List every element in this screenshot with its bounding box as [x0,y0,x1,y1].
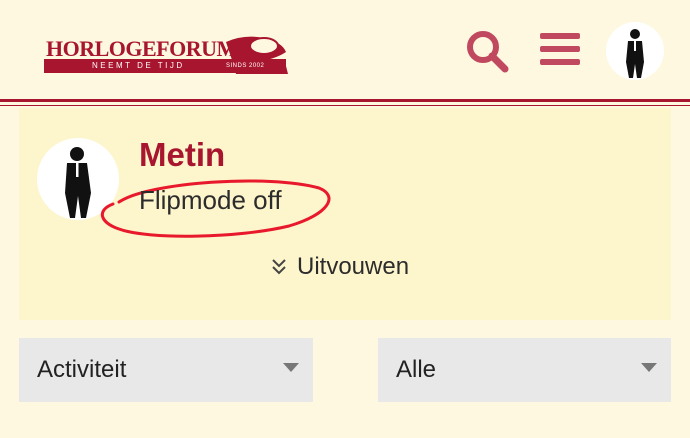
logo-tagline: NEEMT DE TIJD [92,61,185,70]
chevron-double-down-icon [272,259,286,275]
activity-type-select[interactable]: Activiteit [19,338,313,402]
caret-down-icon [283,363,299,372]
expand-toggle[interactable]: Uitvouwen [271,252,409,282]
logo-since: SINDS 2002 [226,63,265,69]
profile-card: Metin Flipmode off Uitvouwen [19,108,671,320]
profile-username[interactable]: Metin [139,136,225,174]
user-avatar[interactable] [606,22,664,80]
activity-scope-select[interactable]: Alle [378,338,671,402]
search-icon[interactable] [464,28,510,74]
person-silhouette-icon [626,29,644,78]
caret-down-icon [641,363,657,372]
activity-type-value: Activiteit [37,356,127,383]
menu-icon[interactable] [540,33,580,67]
site-header: HORLOGEFORUM.NL NEEMT DE TIJD SINDS 2002 [0,0,690,100]
header-divider [0,99,690,102]
site-logo[interactable]: HORLOGEFORUM.NL NEEMT DE TIJD SINDS 2002 [44,30,289,76]
header-divider-thin [0,105,690,106]
logo-band: NEEMT DE TIJD SINDS 2002 [44,59,286,73]
activity-scope-value: Alle [396,356,437,383]
profile-user-title: Flipmode off [139,185,282,215]
expand-label: Uitvouwen [297,253,410,280]
